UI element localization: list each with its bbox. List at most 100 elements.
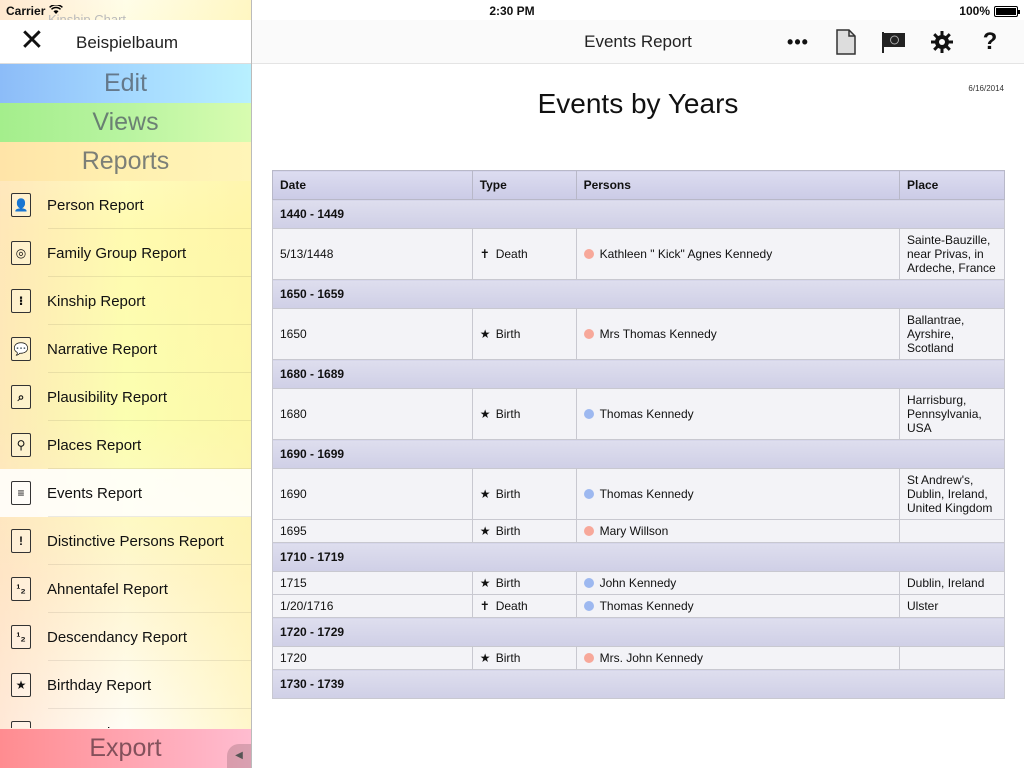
- table-row[interactable]: 1715 ★ Birth John Kennedy Dublin, Ireland: [272, 571, 1005, 595]
- document-icon[interactable]: [832, 28, 860, 56]
- more-icon[interactable]: •••: [784, 28, 812, 56]
- person-name[interactable]: Kathleen " Kick" Agnes Kennedy: [600, 247, 773, 261]
- section-views[interactable]: Views: [0, 103, 251, 142]
- event-place: Ulster: [899, 594, 1005, 618]
- status-bar: Carrier 2:30 PM 100%: [0, 0, 1024, 20]
- calendar-years-icon: ≡: [11, 481, 31, 505]
- map-pin-icon: ⚲: [11, 433, 31, 457]
- help-icon[interactable]: ?: [976, 28, 1004, 56]
- star-icon: ★: [479, 524, 491, 538]
- table-row[interactable]: 1/20/1716 ✝ Death Thomas Kennedy Ulster: [272, 594, 1005, 618]
- menu-item-label: Person Report: [47, 196, 144, 214]
- group-row: 1720 - 1729: [272, 617, 1005, 647]
- female-indicator-dot: [583, 653, 594, 663]
- menu-item-descendancy-report[interactable]: ¹₂ Descendancy Report: [0, 613, 251, 661]
- person-name[interactable]: John Kennedy: [600, 576, 677, 590]
- menu-item-narrative-report[interactable]: 💬 Narrative Report: [0, 325, 251, 373]
- menu-item-label: Events Report: [47, 484, 143, 502]
- column-header-place: Place: [899, 170, 1005, 200]
- event-type: Birth: [495, 651, 521, 665]
- event-person-cell: Kathleen " Kick" Agnes Kennedy: [575, 228, 901, 280]
- table-row[interactable]: 1650 ★ Birth Mrs Thomas Kennedy Ballantrae, …: [272, 308, 1005, 360]
- menu-item-person-report[interactable]: 👤 Person Report: [0, 181, 251, 229]
- group-row: 1690 - 1699: [272, 439, 1005, 469]
- speech-bubble-icon: 💬: [11, 337, 31, 361]
- menu-item-label: Birthday Report: [47, 676, 152, 694]
- star-icon: ★: [479, 487, 491, 501]
- table-header-row: Date Type Persons Place: [272, 170, 1005, 200]
- menu-item-label: Person List Report: [47, 725, 171, 729]
- menu-item-label: Family Group Report: [47, 244, 187, 262]
- column-header-persons: Persons: [575, 170, 901, 200]
- menu-item-distinctive-persons-report[interactable]: ! Distinctive Persons Report: [0, 517, 251, 565]
- event-date: 1690: [272, 468, 473, 520]
- exclamation-icon: !: [11, 529, 31, 553]
- star-icon: ★: [479, 576, 491, 590]
- menu-item-ahnentafel-report[interactable]: ¹₂ Ahnentafel Report: [0, 565, 251, 613]
- person-name[interactable]: Thomas Kennedy: [600, 599, 694, 613]
- table-row[interactable]: 1695 ★ Birth Mary Willson: [272, 519, 1005, 543]
- status-time: 2:30 PM: [489, 4, 535, 18]
- menu-item-events-report[interactable]: ≡ Events Report: [0, 469, 251, 517]
- collapse-arrow-icon[interactable]: ◀: [227, 744, 251, 768]
- menu-item-label: Ahnentafel Report: [47, 580, 168, 598]
- event-date: 1/20/1716: [272, 594, 473, 618]
- table-row[interactable]: 1680 ★ Birth Thomas Kennedy Harrisburg, Penn…: [272, 388, 1005, 440]
- menu-item-kinship-report[interactable]: ⁝ Kinship Report: [0, 277, 251, 325]
- event-person-cell: Mrs. John Kennedy: [575, 646, 901, 670]
- event-type: Birth: [495, 407, 521, 421]
- person-name[interactable]: Thomas Kennedy: [600, 487, 694, 501]
- female-indicator-dot: [583, 329, 594, 339]
- person-name[interactable]: Mary Willson: [600, 524, 669, 538]
- event-type: Birth: [495, 327, 521, 341]
- events-table: Date Type Persons Place 1440 - 1449 5/13/…: [272, 170, 1005, 699]
- group-label: 1730 - 1739: [272, 669, 1005, 699]
- gear-icon[interactable]: [928, 28, 956, 56]
- menu-item-person-list-report[interactable]: ≡ Person List Report: [0, 709, 251, 728]
- event-place: Dublin, Ireland: [899, 571, 1005, 595]
- group-label: 1710 - 1719: [272, 542, 1005, 572]
- group-row: 1730 - 1739: [272, 669, 1005, 699]
- event-date: 1680: [272, 388, 473, 440]
- table-row[interactable]: 1720 ★ Birth Mrs. John Kennedy: [272, 646, 1005, 670]
- event-type-cell: ★ Birth: [471, 308, 577, 360]
- menu-item-plausibility-report[interactable]: ⌕ Plausibility Report: [0, 373, 251, 421]
- section-reports[interactable]: Reports: [0, 142, 251, 181]
- event-person-cell: Thomas Kennedy: [575, 594, 901, 618]
- star-icon: ★: [479, 327, 491, 341]
- person-name[interactable]: Mrs. John Kennedy: [600, 651, 703, 665]
- event-type: Death: [495, 599, 528, 613]
- female-indicator-dot: [583, 526, 594, 536]
- person-name[interactable]: Mrs Thomas Kennedy: [600, 327, 717, 341]
- descendancy-icon: ¹₂: [11, 625, 31, 649]
- battery: 100%: [959, 4, 1020, 18]
- table-row[interactable]: 5/13/1448 ✝ Death Kathleen " Kick" Agnes Ke…: [272, 228, 1005, 280]
- menu-item-birthday-report[interactable]: ★ Birthday Report: [0, 661, 251, 709]
- menu-item-places-report[interactable]: ⚲ Places Report: [0, 421, 251, 469]
- event-date: 1695: [272, 519, 473, 543]
- person-name[interactable]: Thomas Kennedy: [600, 407, 694, 421]
- menu-item-family-group-report[interactable]: ◎ Family Group Report: [0, 229, 251, 277]
- cross-icon: ✝: [479, 247, 490, 261]
- sidebar-header: ✕ Beispielbaum: [0, 20, 251, 64]
- male-indicator-dot: [583, 409, 594, 419]
- star-icon: ★: [479, 407, 491, 421]
- event-date: 1715: [272, 571, 473, 595]
- ahnentafel-icon: ¹₂: [11, 577, 31, 601]
- section-export[interactable]: Export ◀: [0, 729, 251, 768]
- menu-item-label: Places Report: [47, 436, 142, 454]
- male-indicator-dot: [583, 601, 594, 611]
- menu-item-label: Kinship Report: [47, 292, 146, 310]
- menu-item-label: Descendancy Report: [47, 628, 188, 646]
- event-type: Birth: [495, 524, 521, 538]
- male-indicator-dot: [583, 578, 594, 588]
- table-row[interactable]: 1690 ★ Birth Thomas Kennedy St Andrew's, Dub…: [272, 468, 1005, 520]
- split-divider: [251, 0, 252, 768]
- section-edit[interactable]: Edit: [0, 64, 251, 103]
- flag-icon[interactable]: [880, 28, 908, 56]
- battery-percent: 100%: [959, 4, 990, 18]
- event-type: Birth: [495, 576, 521, 590]
- event-type-cell: ★ Birth: [471, 388, 577, 440]
- close-icon[interactable]: ✕: [18, 26, 46, 56]
- column-header-date: Date: [272, 170, 473, 200]
